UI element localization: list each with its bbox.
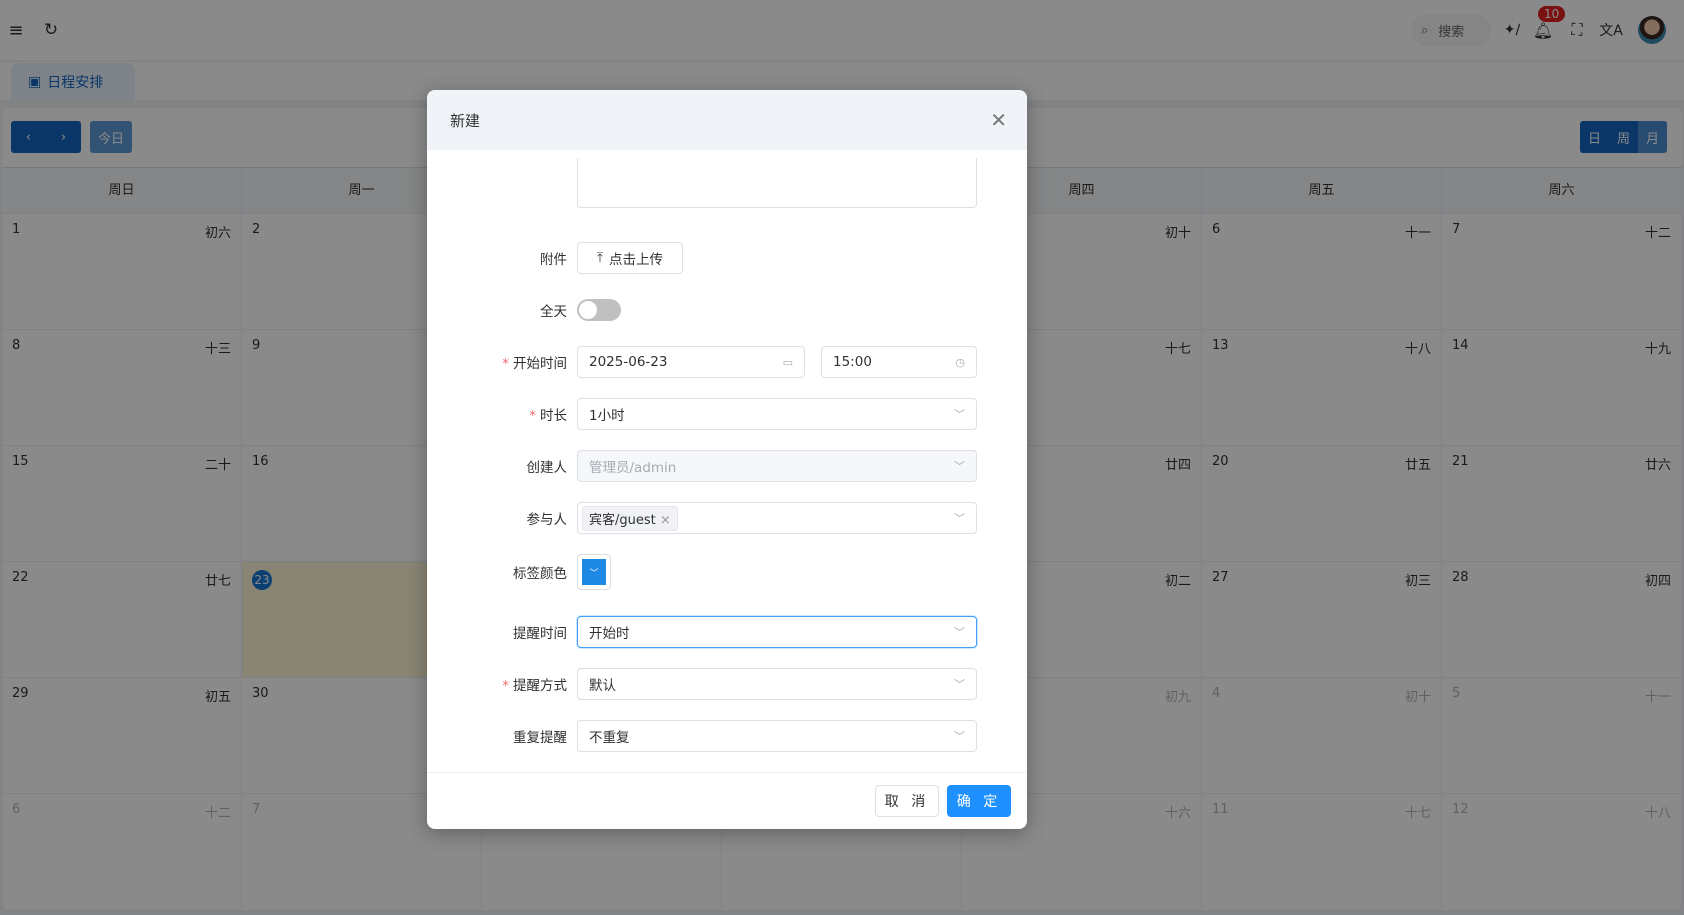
chevron-down-icon: ﹀ [954,626,965,639]
allday-row: 全天 [427,294,1027,326]
clock-icon: ◷ [955,355,965,369]
tag-close-icon[interactable]: × [660,513,671,528]
chevron-down-icon: ﹀ [954,512,965,525]
start-row: * 开始时间 2025-06-23 ▭ 15:00 ◷ [427,346,1027,378]
upload-icon: ⤒ [597,250,603,266]
description-textarea[interactable] [577,158,977,208]
participants-row: 参与人 宾客/guest × ﹀ [427,502,1027,534]
cancel-button[interactable]: 取 消 [875,785,939,817]
chevron-down-icon: ﹀ [954,460,965,473]
duration-row: * 时长 1小时 ﹀ [427,398,1027,430]
dialog-header: 新建 ✕ [427,90,1027,150]
start-time-value: 15:00 [833,354,872,370]
upload-label: 点击上传 [608,252,663,268]
repeat-value: 不重复 [589,730,630,746]
color-row: 标签颜色 ﹀ [427,554,1027,590]
dialog-title: 新建 [450,111,481,130]
color-swatch: ﹀ [582,559,606,585]
chevron-down-icon: ﹀ [954,678,965,691]
chevron-down-icon: ﹀ [954,730,965,743]
creator-label: 创建人 [526,460,568,476]
remind-time-row: 提醒时间 开始时 ﹀ [427,616,1027,648]
repeat-label: 重复提醒 [513,730,567,746]
ok-button[interactable]: 确 定 [947,785,1011,817]
remind-time-select[interactable]: 开始时 ﹀ [577,616,977,648]
start-date-input[interactable]: 2025-06-23 ▭ [577,346,805,378]
participants-select[interactable]: 宾客/guest × ﹀ [577,502,977,534]
remind-method-label: * 提醒方式 [502,678,567,694]
creator-select: 管理员/admin ﹀ [577,450,977,482]
creator-value: 管理员/admin [589,460,677,476]
start-time-input[interactable]: 15:00 ◷ [821,346,977,378]
remind-method-row: * 提醒方式 默认 ﹀ [427,668,1027,700]
repeat-select[interactable]: 不重复 ﹀ [577,720,977,752]
duration-value: 1小时 [589,408,625,424]
attachment-row: 附件 ⤒ 点击上传 [427,242,1027,274]
attachment-label: 附件 [540,252,567,268]
chevron-down-icon: ﹀ [954,408,965,421]
creator-row: 创建人 管理员/admin ﹀ [427,450,1027,482]
remind-time-value: 开始时 [589,626,630,642]
remind-time-label: 提醒时间 [513,626,567,642]
dialog-footer: 取 消 确 定 [427,772,1027,829]
color-label: 标签颜色 [513,566,567,582]
allday-label: 全天 [540,304,567,320]
participants-label: 参与人 [526,512,568,528]
calendar-icon: ▭ [782,355,793,369]
color-picker[interactable]: ﹀ [577,554,611,590]
start-date-value: 2025-06-23 [589,354,668,370]
start-label: * 开始时间 [502,356,567,372]
remind-method-value: 默认 [589,678,616,694]
upload-button[interactable]: ⤒ 点击上传 [577,242,683,274]
participant-tag: 宾客/guest × [582,505,678,531]
duration-label: * 时长 [529,408,567,424]
close-icon[interactable]: ✕ [990,108,1007,132]
repeat-row: 重复提醒 不重复 ﹀ [427,720,1027,752]
remind-method-select[interactable]: 默认 ﹀ [577,668,977,700]
allday-toggle[interactable] [577,299,621,321]
duration-select[interactable]: 1小时 ﹀ [577,398,977,430]
new-event-dialog: 新建 ✕ 附件 ⤒ 点击上传 全天 * 开始时间 2025-06-23 ▭ 15:00… [427,90,1027,829]
